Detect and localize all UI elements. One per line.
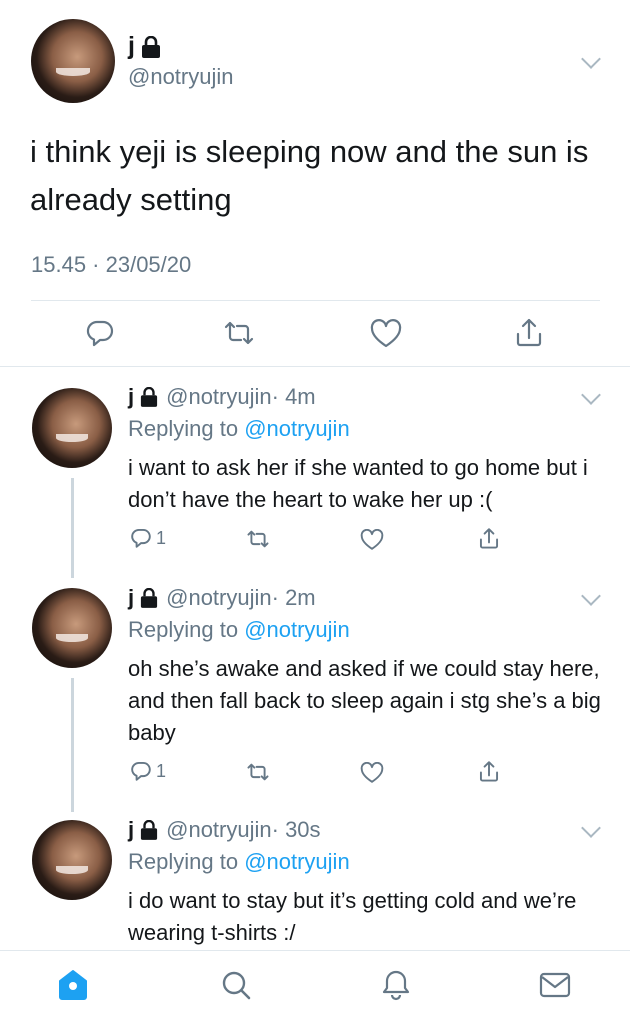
- reply-icon: [131, 528, 151, 548]
- reply-avatar[interactable]: [32, 388, 112, 468]
- reply-avatar[interactable]: [32, 588, 112, 668]
- chevron-down-icon[interactable]: [581, 818, 601, 838]
- replying-to: Replying to @notryujin: [128, 416, 350, 441]
- reply-text: oh she’s awake and asked if we could sta…: [128, 656, 601, 745]
- main-tweet-timestamp: 15.45 · 23/05/20: [31, 252, 192, 277]
- bottom-tab-bar: [0, 950, 630, 1025]
- reply-icon: [131, 761, 151, 781]
- retweet-icon: [224, 321, 254, 345]
- lock-icon: [141, 387, 158, 407]
- reply-text: i do want to stay but it’s getting cold …: [128, 888, 577, 945]
- reply-button[interactable]: 1: [130, 760, 166, 782]
- heart-icon: [360, 762, 384, 783]
- share-icon: [479, 761, 499, 782]
- main-author-handle[interactable]: @notryujin: [128, 64, 234, 90]
- thread-line: [71, 478, 74, 578]
- reply-header: j @notryujin · 4m: [128, 384, 316, 409]
- share-button[interactable]: [478, 759, 500, 783]
- thread-line: [71, 678, 74, 812]
- lock-icon: [141, 35, 160, 58]
- divider: [0, 366, 630, 367]
- share-button[interactable]: [514, 316, 544, 348]
- tab-messages[interactable]: [539, 969, 571, 1006]
- chevron-down-icon[interactable]: [581, 385, 601, 405]
- share-icon: [479, 528, 499, 549]
- main-avatar[interactable]: [31, 19, 115, 103]
- replying-to: Replying to @notryujin: [128, 617, 350, 642]
- reply-count: 1: [156, 760, 167, 781]
- home-icon: [59, 970, 87, 1000]
- messages-icon: [539, 972, 571, 998]
- notifications-icon: [382, 970, 410, 1001]
- divider: [31, 300, 600, 301]
- reply-avatar[interactable]: [32, 820, 112, 900]
- like-button[interactable]: [370, 319, 402, 349]
- reply-button[interactable]: [85, 318, 115, 348]
- reply-header: j @notryujin · 2m: [128, 585, 316, 610]
- search-icon: [222, 971, 251, 1000]
- reply-text: i want to ask her if she wanted to go ho…: [128, 455, 588, 512]
- heart-icon: [360, 529, 384, 550]
- main-author-name[interactable]: j: [128, 32, 161, 61]
- retweet-icon: [247, 763, 269, 781]
- reply-icon: [86, 320, 114, 347]
- tab-search[interactable]: [220, 969, 252, 1006]
- reply-header: j @notryujin · 30s: [128, 817, 321, 842]
- main-tweet-text: i think yeji is sleeping now and the sun…: [30, 134, 589, 217]
- retweet-button[interactable]: [222, 318, 256, 348]
- like-button[interactable]: [360, 529, 384, 551]
- chevron-down-icon[interactable]: [581, 49, 601, 69]
- retweet-button[interactable]: [245, 761, 271, 783]
- replying-to: Replying to @notryujin: [128, 849, 350, 874]
- share-icon: [516, 318, 542, 347]
- reply-count: 1: [156, 527, 167, 548]
- retweet-button[interactable]: [245, 528, 271, 550]
- chevron-down-icon[interactable]: [581, 586, 601, 606]
- tab-notifications[interactable]: [381, 969, 411, 1006]
- like-button[interactable]: [360, 762, 384, 784]
- share-button[interactable]: [478, 526, 500, 550]
- reply-button[interactable]: 1: [130, 527, 166, 549]
- lock-icon: [141, 588, 158, 608]
- retweet-icon: [247, 530, 269, 548]
- heart-icon: [370, 319, 402, 348]
- lock-icon: [141, 820, 158, 840]
- tab-home[interactable]: [58, 969, 88, 1006]
